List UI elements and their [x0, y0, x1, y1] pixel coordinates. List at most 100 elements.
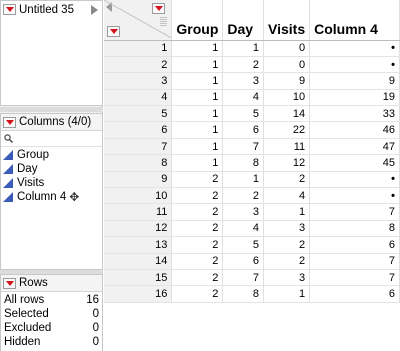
table-cell[interactable]: 10 — [263, 89, 311, 107]
table-cell[interactable]: 7 — [309, 269, 400, 287]
table-cell[interactable]: 1 — [222, 40, 264, 57]
table-cell[interactable]: 1 — [171, 56, 224, 74]
table-cell[interactable]: 2 — [171, 269, 224, 287]
table-cell[interactable]: 0 — [263, 40, 311, 57]
table-cell[interactable]: 1 — [171, 72, 224, 90]
table-cell[interactable]: 2 — [263, 236, 311, 254]
row-number[interactable]: 4 — [104, 89, 173, 107]
table-row[interactable]: 1 1 1 0 • — [104, 40, 400, 57]
table-cell[interactable]: 2 — [263, 253, 311, 270]
column-header-visits[interactable]: Visits — [263, 0, 311, 41]
table-row[interactable]: 7 1 7 11 47 — [104, 138, 400, 156]
table-cell[interactable]: 2 — [171, 203, 224, 221]
table-cell[interactable]: 1 — [171, 138, 224, 156]
column-header-day[interactable]: Day — [222, 0, 264, 41]
table-cell[interactable]: 33 — [309, 105, 400, 123]
table-cell[interactable]: 4 — [263, 187, 311, 205]
table-cell[interactable]: 11 — [263, 138, 311, 156]
run-script-icon[interactable] — [90, 4, 99, 15]
table-cell[interactable]: • — [309, 171, 400, 189]
table-row[interactable]: 12 2 4 3 8 — [104, 220, 400, 238]
table-cell[interactable]: 3 — [222, 203, 264, 221]
table-row[interactable]: 13 2 5 2 6 — [104, 236, 400, 254]
row-number[interactable]: 10 — [104, 187, 173, 205]
table-cell[interactable]: 1 — [222, 171, 264, 189]
table-cell[interactable]: 2 — [171, 171, 224, 189]
row-number[interactable]: 5 — [104, 105, 173, 123]
row-number[interactable]: 6 — [104, 121, 173, 139]
table-cell[interactable]: 1 — [171, 89, 224, 107]
table-cell[interactable]: 2 — [222, 56, 264, 74]
table-cell[interactable]: 3 — [263, 220, 311, 238]
table-row[interactable]: 10 2 2 4 • — [104, 187, 400, 205]
column-item-column-4[interactable]: Column 4 ✥ — [1, 190, 102, 204]
column-item-visits[interactable]: Visits — [1, 176, 102, 190]
table-cell[interactable]: 5 — [222, 236, 264, 254]
table-cell[interactable]: 2 — [171, 236, 224, 254]
table-cell[interactable]: 2 — [171, 285, 224, 303]
table-cell[interactable]: 1 — [171, 105, 224, 123]
table-row[interactable]: 16 2 8 1 6 — [104, 285, 400, 303]
row-number[interactable]: 2 — [104, 56, 173, 74]
table-cell[interactable]: • — [309, 40, 400, 57]
row-number[interactable]: 16 — [104, 285, 173, 303]
table-row[interactable]: 11 2 3 1 7 — [104, 203, 400, 221]
table-cell[interactable]: • — [309, 56, 400, 74]
table-cell[interactable]: 47 — [309, 138, 400, 156]
table-menu-icon[interactable] — [3, 4, 16, 15]
table-cell[interactable]: 8 — [222, 285, 264, 303]
table-cell[interactable]: 8 — [222, 154, 264, 172]
table-row[interactable]: 14 2 6 2 7 — [104, 253, 400, 270]
table-cell[interactable]: 1 — [171, 154, 224, 172]
table-row[interactable]: 31399 — [104, 72, 400, 90]
table-cell[interactable]: 7 — [309, 203, 400, 221]
table-cell[interactable]: 1 — [263, 285, 311, 303]
table-cell[interactable]: 19 — [309, 89, 400, 107]
table-cell[interactable]: 46 — [309, 121, 400, 139]
table-cell[interactable]: • — [309, 187, 400, 205]
table-cell[interactable]: 14 — [263, 105, 311, 123]
table-cell[interactable]: 12 — [263, 154, 311, 172]
rows-menu-icon[interactable] — [3, 277, 16, 289]
columns-menu-icon[interactable] — [3, 116, 16, 128]
row-number[interactable]: 12 — [104, 220, 173, 238]
table-cell[interactable]: 5 — [222, 105, 264, 123]
rows-corner-menu-icon[interactable] — [107, 25, 120, 37]
table-cell[interactable]: 7 — [222, 269, 264, 287]
row-number[interactable]: 11 — [104, 203, 173, 221]
row-number[interactable]: 9 — [104, 171, 173, 189]
table-cell[interactable]: 2 — [171, 220, 224, 238]
table-cell[interactable]: 7 — [309, 253, 400, 270]
table-row[interactable]: 8 1 8 12 45 — [104, 154, 400, 172]
table-cell[interactable]: 6 — [309, 236, 400, 254]
table-cell[interactable]: 22 — [263, 121, 311, 139]
column-header-column-4[interactable]: Column 4 — [309, 0, 400, 41]
table-cell[interactable]: 7 — [222, 138, 264, 156]
table-cell[interactable]: 3 — [263, 269, 311, 287]
table-row[interactable]: 15 2 7 3 7 — [104, 269, 400, 287]
column-header-group[interactable]: Group — [171, 0, 224, 41]
table-row[interactable]: 9 2 1 2 • — [104, 171, 400, 189]
table-cell[interactable]: 6 — [309, 285, 400, 303]
table-cell[interactable]: 6 — [222, 253, 264, 270]
table-cell[interactable]: 3 — [222, 72, 264, 90]
table-cell[interactable]: 2 — [263, 171, 311, 189]
table-cell[interactable]: 2 — [222, 187, 264, 205]
table-cell[interactable]: 9 — [263, 72, 311, 90]
row-number[interactable]: 14 — [104, 253, 173, 270]
row-number[interactable]: 13 — [104, 236, 173, 254]
table-cell[interactable]: 45 — [309, 154, 400, 172]
table-cell[interactable]: 6 — [222, 121, 264, 139]
row-number[interactable]: 15 — [104, 269, 173, 287]
table-cell[interactable]: 8 — [309, 220, 400, 238]
table-cell[interactable]: 1 — [171, 121, 224, 139]
table-cell[interactable]: 2 — [171, 253, 224, 270]
row-number[interactable]: 1 — [104, 40, 173, 57]
table-cell[interactable]: 1 — [171, 40, 224, 57]
table-row[interactable]: 4 1 4 10 19 — [104, 89, 400, 107]
panel-splitter[interactable] — [0, 107, 103, 112]
table-cell[interactable]: 9 — [309, 72, 400, 90]
table-cell[interactable]: 1 — [263, 203, 311, 221]
column-item-group[interactable]: Group — [1, 148, 102, 162]
table-cell[interactable]: 2 — [171, 187, 224, 205]
